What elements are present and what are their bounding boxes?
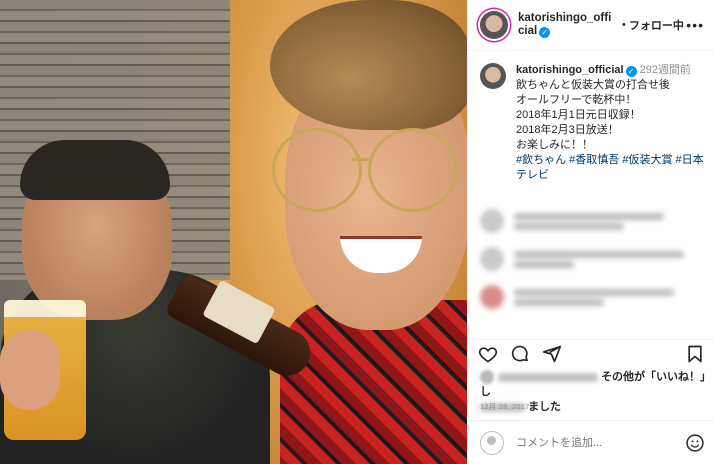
round-glasses bbox=[272, 128, 462, 212]
verified-badge-icon: ✓ bbox=[539, 27, 551, 38]
caption-block: katorishingo_official ✓ 292週間前 飲ちゃんと仮装大賞の打… bbox=[468, 51, 714, 183]
blurred-comment bbox=[480, 247, 702, 271]
emoji-icon[interactable] bbox=[685, 433, 705, 453]
verified-badge-icon: ✓ bbox=[625, 66, 637, 77]
caption-line: 飲ちゃんと仮装大賞の打合せ後 bbox=[516, 79, 670, 91]
post-side-panel: katorishingo_official ✓ • フォロー中 ••• kator… bbox=[467, 0, 714, 464]
bookmark-icon[interactable] bbox=[685, 344, 705, 364]
post-age[interactable]: 292週間前 bbox=[640, 64, 691, 76]
user-avatar-icon bbox=[480, 430, 504, 455]
profile-avatar[interactable] bbox=[480, 11, 508, 39]
separator-dot: • bbox=[622, 19, 626, 31]
caption-line: 2018年1月1日元日収録！ bbox=[516, 109, 641, 121]
instagram-post: katorishingo_official ✓ • フォロー中 ••• kator… bbox=[0, 0, 714, 464]
blurred-comment bbox=[480, 285, 702, 309]
left-person-hand bbox=[0, 330, 60, 410]
caption-avatar[interactable] bbox=[480, 63, 506, 89]
post-header: katorishingo_official ✓ • フォロー中 ••• bbox=[468, 0, 714, 51]
caption-username[interactable]: katorishingo_official bbox=[516, 64, 624, 76]
comments-list bbox=[468, 209, 714, 309]
header-username[interactable]: katorishingo_official ✓ bbox=[518, 12, 616, 38]
caption-line: オールフリーで乾杯中！ bbox=[516, 94, 637, 106]
right-person-hair bbox=[270, 0, 467, 130]
comment-input[interactable] bbox=[514, 435, 678, 450]
action-bar bbox=[468, 339, 714, 367]
share-icon[interactable] bbox=[542, 344, 562, 364]
heart-icon[interactable] bbox=[478, 344, 498, 364]
comment-icon[interactable] bbox=[510, 344, 530, 364]
post-photo[interactable] bbox=[0, 0, 467, 464]
hashtags-link[interactable]: #欽ちゃん #香取慎吾 #仮装大賞 #日本 bbox=[516, 154, 704, 166]
left-person-hair bbox=[20, 140, 170, 200]
caption-text: katorishingo_official ✓ 292週間前 飲ちゃんと仮装大賞の打… bbox=[516, 63, 704, 183]
following-button[interactable]: フォロー中 bbox=[629, 17, 684, 33]
likes-text-2: ました bbox=[528, 401, 562, 413]
liker-avatar bbox=[480, 370, 494, 385]
hashtags-link[interactable]: テレビ bbox=[516, 169, 549, 181]
blurred-comment bbox=[480, 209, 702, 233]
post-date[interactable]: 12月 28, 2017 bbox=[480, 401, 530, 412]
caption-line: 2018年2月3日放送！ bbox=[516, 124, 619, 136]
comment-bar bbox=[468, 420, 714, 464]
more-options-icon[interactable]: ••• bbox=[686, 17, 704, 33]
liker-name[interactable] bbox=[498, 372, 598, 382]
caption-line: お楽しみに！！ bbox=[516, 139, 593, 151]
